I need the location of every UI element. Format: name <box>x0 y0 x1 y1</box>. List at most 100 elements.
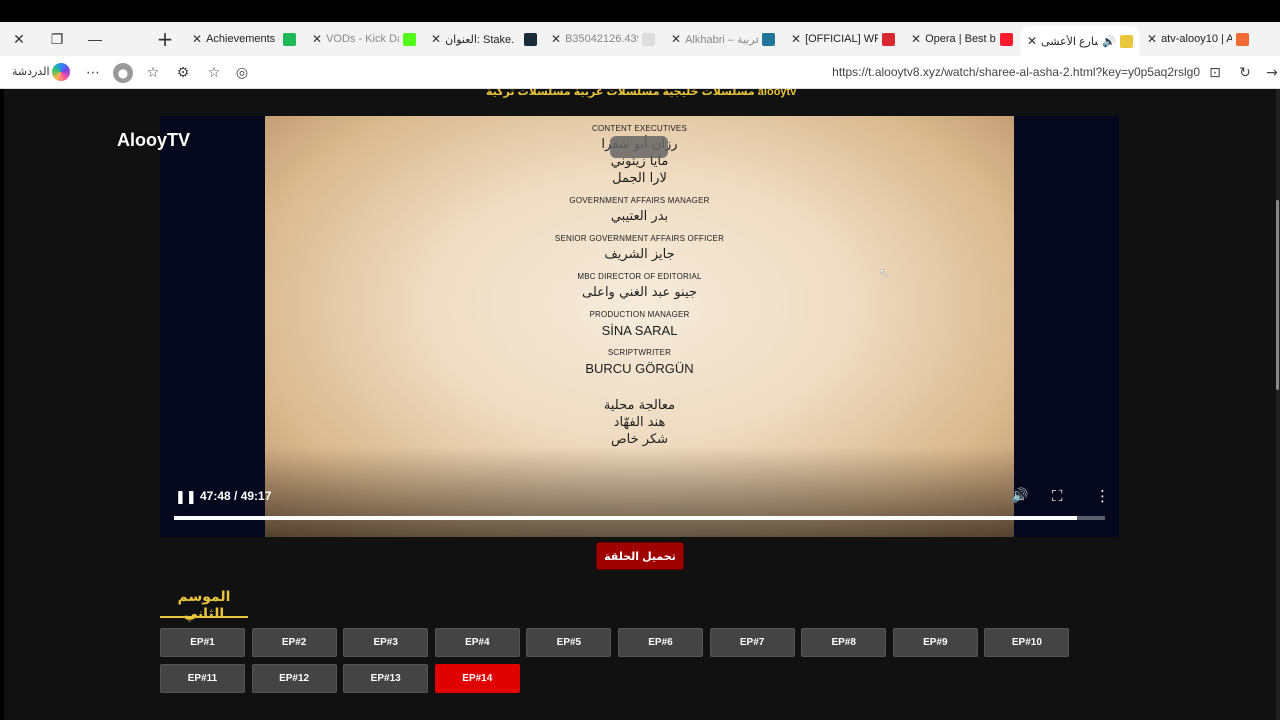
credit-name: BURCU GÖRGÜN <box>585 361 694 376</box>
episode-button[interactable]: EP#4 <box>434 628 520 657</box>
tab-title: VODs - Kick Da <box>326 33 399 45</box>
controls-shade <box>265 447 1014 537</box>
credit-name: SİNA SARAL <box>601 323 678 338</box>
tab-title: Achievements - <box>206 33 279 45</box>
add-favorite-icon[interactable]: ☆ <box>204 63 224 83</box>
credit-name: بدر العتيبي <box>610 209 669 224</box>
episode-button[interactable]: EP#6 <box>618 628 703 657</box>
episode-button[interactable]: EP#11 <box>160 664 245 693</box>
season-underline <box>160 616 248 618</box>
episode-button[interactable]: EP#1 <box>160 628 245 657</box>
tab-title: Opera | Best bro <box>925 33 996 45</box>
video-frame[interactable]: CONTENT EXECUTIVESرزان أبو شقرامايا زيتو… <box>265 116 1014 537</box>
episode-button[interactable]: EP#10 <box>984 628 1070 657</box>
tab-favicon-icon <box>1236 32 1249 46</box>
close-window-icon[interactable]: ✕ <box>0 22 38 56</box>
restore-icon[interactable]: ❐ <box>38 22 76 56</box>
tab-title: [OFFICIAL] WPS <box>805 33 878 45</box>
episode-button[interactable]: EP#3 <box>343 628 429 657</box>
close-tab-icon[interactable]: ✕ <box>911 32 921 46</box>
lock-icon: ⊡ <box>1209 65 1221 81</box>
episode-button[interactable]: EP#9 <box>892 628 978 657</box>
episode-button[interactable]: EP#2 <box>251 628 337 657</box>
close-tab-icon[interactable]: ✕ <box>1147 32 1157 46</box>
close-tab-icon[interactable]: ✕ <box>1027 34 1037 48</box>
tab-favicon-icon <box>1120 34 1133 48</box>
credit-name: معالجة محلية <box>603 398 676 413</box>
favorites-icon[interactable]: ☆ <box>143 63 163 83</box>
tab-favicon-icon <box>642 32 655 46</box>
volume-icon[interactable]: 🔊 <box>1011 488 1028 504</box>
close-tab-icon[interactable]: ✕ <box>431 32 441 46</box>
tab-favicon-icon <box>403 32 416 46</box>
extensions-icon[interactable]: ⚙ <box>173 63 193 83</box>
browser-tab[interactable]: ✕ العنوان: Stake. <box>425 26 543 52</box>
close-tab-icon[interactable]: ✕ <box>312 32 322 46</box>
progress-bar[interactable] <box>174 516 1105 520</box>
browser-tab[interactable]: ✕ [OFFICIAL] WPS <box>785 26 901 52</box>
episode-button[interactable]: EP#8 <box>801 628 887 657</box>
credit-name: جينو عبد الغني واعلى <box>582 285 697 300</box>
tab-bar: ✕ ❐ — + ✕ Achievements - ✕ VODs - Kick Da ✕ ا… <box>0 22 1280 65</box>
credits-text: CONTENT EXECUTIVESرزان أبو شقرامايا زيتو… <box>265 124 1014 447</box>
more-options-icon[interactable]: ⋮ <box>1095 487 1110 505</box>
address-bar: الدردشة ⋯ ● ☆ ⚙ ☆ ◎ https://t.alooytv8.x… <box>0 56 1280 89</box>
browser-tab[interactable]: ✕ VODs - Kick Da <box>306 26 422 52</box>
episode-button[interactable]: EP#5 <box>526 628 612 657</box>
browser-tab[interactable]: ✕ شارع الأعشى 🔊 <box>1021 26 1139 56</box>
fullscreen-icon[interactable]: ⛶ <box>1052 487 1063 505</box>
video-player[interactable]: CONTENT EXECUTIVESرزان أبو شقرامايا زيتو… <box>160 116 1119 537</box>
credit-name: هند الفهّاد <box>613 415 666 430</box>
scrollbar-thumb[interactable] <box>1276 200 1279 390</box>
tab-title: B35042126.439 <box>565 33 638 45</box>
new-tab-icon[interactable]: + <box>147 22 183 56</box>
credit-role: MBC DIRECTOR OF EDITORIAL <box>577 272 702 281</box>
episode-button[interactable]: EP#14 <box>434 664 520 693</box>
tab-title: Alkhabri – عربية <box>685 33 758 46</box>
tab-audio-icon[interactable]: 🔊 <box>1102 35 1116 48</box>
close-tab-icon[interactable]: ✕ <box>551 32 561 46</box>
pause-icon[interactable]: ❚❚ <box>175 489 197 505</box>
url-field[interactable]: https://t.alooytv8.xyz/watch/sharee-al-a… <box>832 65 1200 79</box>
browser-tab[interactable]: ✕ Achievements - <box>186 26 302 52</box>
profile-icon[interactable]: ● <box>113 63 133 83</box>
progress-fill <box>174 516 1078 520</box>
browser-tab[interactable]: ✕ atv-alooy10 | Al <box>1141 26 1255 52</box>
credit-role: SCRIPTWRITER <box>607 348 672 357</box>
channel-logo: AlooyTV <box>117 130 191 150</box>
close-tab-icon[interactable]: ✕ <box>192 32 202 46</box>
episode-button[interactable]: EP#12 <box>251 664 337 693</box>
episode-button[interactable]: EP#7 <box>709 628 795 657</box>
close-tab-icon[interactable]: ✕ <box>671 32 681 46</box>
browser-tab[interactable]: ✕ Opera | Best bro <box>905 26 1019 52</box>
tab-title: العنوان: Stake. <box>445 33 515 46</box>
mouse-cursor-icon: ↖ <box>879 266 890 280</box>
time-display: 47:48 / 49:17 <box>200 489 272 503</box>
download-episode-button[interactable]: تحميل الحلقة <box>596 542 684 570</box>
credit-role: CONTENT EXECUTIVES <box>591 124 688 133</box>
more-icon[interactable]: ⋯ <box>83 63 103 83</box>
scrollbar[interactable] <box>1276 89 1280 720</box>
credit-role: SENIOR GOVERNMENT AFFAIRS OFFICER <box>554 234 725 243</box>
browser-tab[interactable]: ✕ B35042126.439 <box>545 26 661 52</box>
credit-name: لارا الجمل <box>612 171 667 186</box>
window-top-strip <box>0 0 1280 22</box>
episode-button[interactable]: EP#13 <box>343 664 429 693</box>
browser-tab[interactable]: ✕ Alkhabri – عربية <box>665 26 781 52</box>
credit-name: جايز الشريف <box>604 247 675 262</box>
site-nav[interactable]: مسلسلات خليجية مسلسلات عربية مسلسلات ترك… <box>486 89 796 99</box>
copilot-icon[interactable] <box>52 63 70 81</box>
credit-role: PRODUCTION MANAGER <box>589 310 690 319</box>
tab-favicon-icon <box>882 32 895 46</box>
blurred-overlay <box>610 136 668 158</box>
tab-favicon-icon <box>524 32 537 46</box>
chat-label[interactable]: الدردشة <box>12 65 50 78</box>
credit-name: شكر خاص <box>610 432 669 447</box>
forward-icon[interactable]: → <box>1262 63 1280 83</box>
close-tab-icon[interactable]: ✕ <box>791 32 801 46</box>
tab-title: شارع الأعشى <box>1041 35 1099 48</box>
site-info-icon[interactable]: ◎ <box>232 63 252 83</box>
reload-icon[interactable]: ↻ <box>1235 63 1255 83</box>
minimize-icon[interactable]: — <box>76 22 114 56</box>
tab-favicon-icon <box>1000 32 1013 46</box>
